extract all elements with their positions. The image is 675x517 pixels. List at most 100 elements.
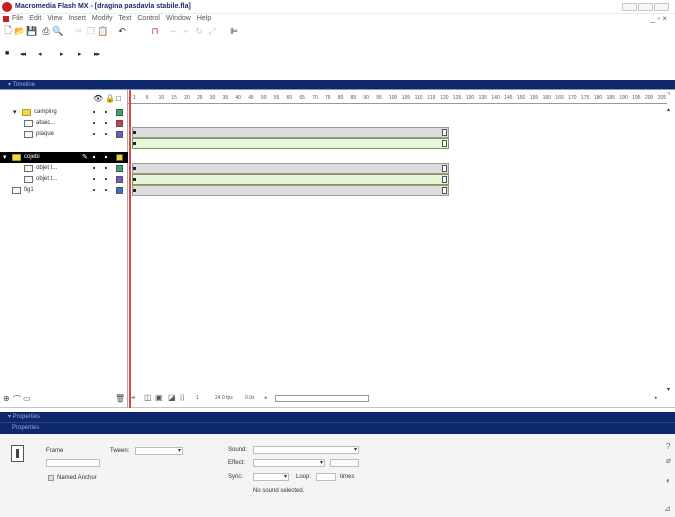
- visibility-dot[interactable]: [93, 156, 95, 158]
- visibility-dot[interactable]: [93, 133, 95, 135]
- undo-icon[interactable]: ↶: [117, 26, 127, 36]
- menu-edit[interactable]: Edit: [29, 15, 41, 22]
- frame-ruler[interactable]: 1 5 10 15 20 25 30 35 40 45 50 55 60 65 70 75 80 85 90 95 10…: [128, 92, 667, 104]
- modify-onion-markers-icon[interactable]: ⌷: [180, 393, 185, 403]
- menu-view[interactable]: View: [47, 15, 62, 22]
- layer-row-abaic[interactable]: abaic...: [0, 118, 128, 129]
- outline-color-swatch[interactable]: [116, 154, 123, 161]
- smooth-icon[interactable]: ∼: [168, 26, 178, 36]
- print-preview-icon[interactable]: 🔍: [52, 26, 63, 36]
- play-button[interactable]: ▸: [60, 50, 63, 58]
- snap-magnet-icon[interactable]: ⊓: [150, 26, 160, 36]
- folder-expand-icon[interactable]: ▾: [3, 153, 7, 161]
- lock-dot[interactable]: [105, 133, 107, 135]
- visibility-dot[interactable]: [93, 189, 95, 191]
- menu-control[interactable]: Control: [137, 15, 160, 22]
- horizontal-scrollbar[interactable]: [275, 395, 369, 402]
- layer-row-objet-2[interactable]: objet t...: [0, 174, 128, 185]
- loop-count-input[interactable]: [316, 473, 336, 481]
- effect-dropdown[interactable]: ▾: [253, 459, 325, 467]
- lock-all-icon[interactable]: 🔒: [105, 94, 115, 103]
- paste-icon[interactable]: 📋: [97, 26, 108, 36]
- help-icon[interactable]: ?: [666, 442, 670, 451]
- end-frame[interactable]: [442, 165, 447, 172]
- show-hide-all-icon[interactable]: 👁: [93, 94, 103, 103]
- menu-insert[interactable]: Insert: [68, 15, 86, 22]
- minimize-button[interactable]: [622, 3, 637, 11]
- open-folder-icon[interactable]: 📂: [14, 26, 25, 36]
- visibility-dot[interactable]: [93, 178, 95, 180]
- step-forward-button[interactable]: ▸: [78, 50, 81, 58]
- expand-panel-icon[interactable]: ⊿: [664, 504, 671, 513]
- edit-multiple-frames-icon[interactable]: ◪: [168, 393, 176, 402]
- keyframe[interactable]: [133, 142, 136, 145]
- frame-span-objet-1[interactable]: [132, 163, 449, 174]
- outline-color-swatch[interactable]: [116, 176, 123, 183]
- end-frame[interactable]: [442, 187, 447, 194]
- edit-sound-icon[interactable]: ◐: [666, 476, 671, 485]
- folder-expand-icon[interactable]: ▾: [13, 108, 17, 116]
- step-back-button[interactable]: ◂: [38, 50, 41, 58]
- copy-icon[interactable]: ❐: [86, 26, 96, 36]
- frame-span-objet-2[interactable]: [132, 174, 449, 185]
- keyframe[interactable]: [133, 189, 136, 192]
- outline-color-swatch[interactable]: [116, 131, 123, 138]
- lock-dot[interactable]: [105, 156, 107, 158]
- menu-file[interactable]: File: [12, 15, 23, 22]
- rotate-icon[interactable]: ↻: [194, 26, 204, 36]
- lock-dot[interactable]: [105, 167, 107, 169]
- rewind-button[interactable]: ◂◂: [20, 50, 26, 58]
- frame-span-fig1[interactable]: [132, 185, 449, 196]
- onion-skin-outlines-icon[interactable]: ▣: [155, 393, 163, 402]
- scroll-right-icon[interactable]: ▸: [655, 395, 658, 401]
- menu-modify[interactable]: Modify: [92, 15, 113, 22]
- align-icon[interactable]: ⊫: [229, 26, 239, 36]
- close-button[interactable]: [654, 3, 669, 11]
- layer-row-objet-1[interactable]: objet t...: [0, 163, 128, 174]
- frame-label-input[interactable]: [46, 459, 100, 467]
- layer-row-cojebi[interactable]: ▾ cojebi ✎: [0, 152, 128, 163]
- scroll-up-icon[interactable]: ▴: [667, 106, 670, 113]
- playhead[interactable]: [129, 90, 131, 408]
- visibility-dot[interactable]: [93, 122, 95, 124]
- new-file-icon[interactable]: 🗋: [3, 25, 13, 36]
- timeline-panel-header[interactable]: ▾ Timeline: [0, 80, 675, 90]
- menu-window[interactable]: Window: [166, 15, 191, 22]
- end-frame[interactable]: [442, 176, 447, 183]
- named-anchor-checkbox[interactable]: [48, 475, 54, 481]
- lock-dot[interactable]: [105, 111, 107, 113]
- visibility-dot[interactable]: [93, 167, 95, 169]
- lock-dot[interactable]: [105, 122, 107, 124]
- menu-help[interactable]: Help: [197, 15, 211, 22]
- outline-color-swatch[interactable]: [116, 109, 123, 116]
- stop-button[interactable]: ■: [5, 50, 9, 57]
- center-frame-icon[interactable]: ⌖: [131, 393, 136, 403]
- field-info-icon[interactable]: ⌀: [666, 456, 671, 465]
- layer-row-fig1[interactable]: fig1: [0, 185, 128, 196]
- keyframe[interactable]: [133, 131, 136, 134]
- sound-dropdown[interactable]: ▾: [253, 446, 359, 454]
- outline-color-swatch[interactable]: [116, 120, 123, 127]
- save-icon[interactable]: 💾: [26, 26, 37, 36]
- frame-view-menu-icon[interactable]: ⌝: [667, 92, 670, 100]
- lock-dot[interactable]: [105, 178, 107, 180]
- scale-icon[interactable]: ⤢: [207, 26, 217, 36]
- go-to-end-button[interactable]: ▸▸: [94, 50, 100, 58]
- insert-layer-icon[interactable]: ⊕: [3, 394, 10, 403]
- layer-row-plaque[interactable]: plaque: [0, 129, 128, 140]
- end-frame[interactable]: [442, 140, 447, 147]
- sync-dropdown[interactable]: ▾: [253, 473, 289, 481]
- frame-span-abaic[interactable]: [132, 138, 449, 149]
- straighten-icon[interactable]: ⌐: [181, 26, 191, 36]
- edit-envelope-button[interactable]: [330, 459, 359, 467]
- keyframe[interactable]: [133, 167, 136, 170]
- onion-skin-icon[interactable]: ◫: [144, 393, 152, 402]
- insert-layer-folder-icon[interactable]: ▭: [23, 394, 31, 403]
- delete-layer-icon[interactable]: 🗑: [115, 394, 125, 403]
- visibility-dot[interactable]: [93, 111, 95, 113]
- print-icon[interactable]: ⎙: [41, 26, 51, 36]
- maximize-button[interactable]: [638, 3, 653, 11]
- outline-color-swatch[interactable]: [116, 187, 123, 194]
- add-motion-guide-icon[interactable]: ⌒: [13, 394, 21, 405]
- outline-color-swatch[interactable]: [116, 165, 123, 172]
